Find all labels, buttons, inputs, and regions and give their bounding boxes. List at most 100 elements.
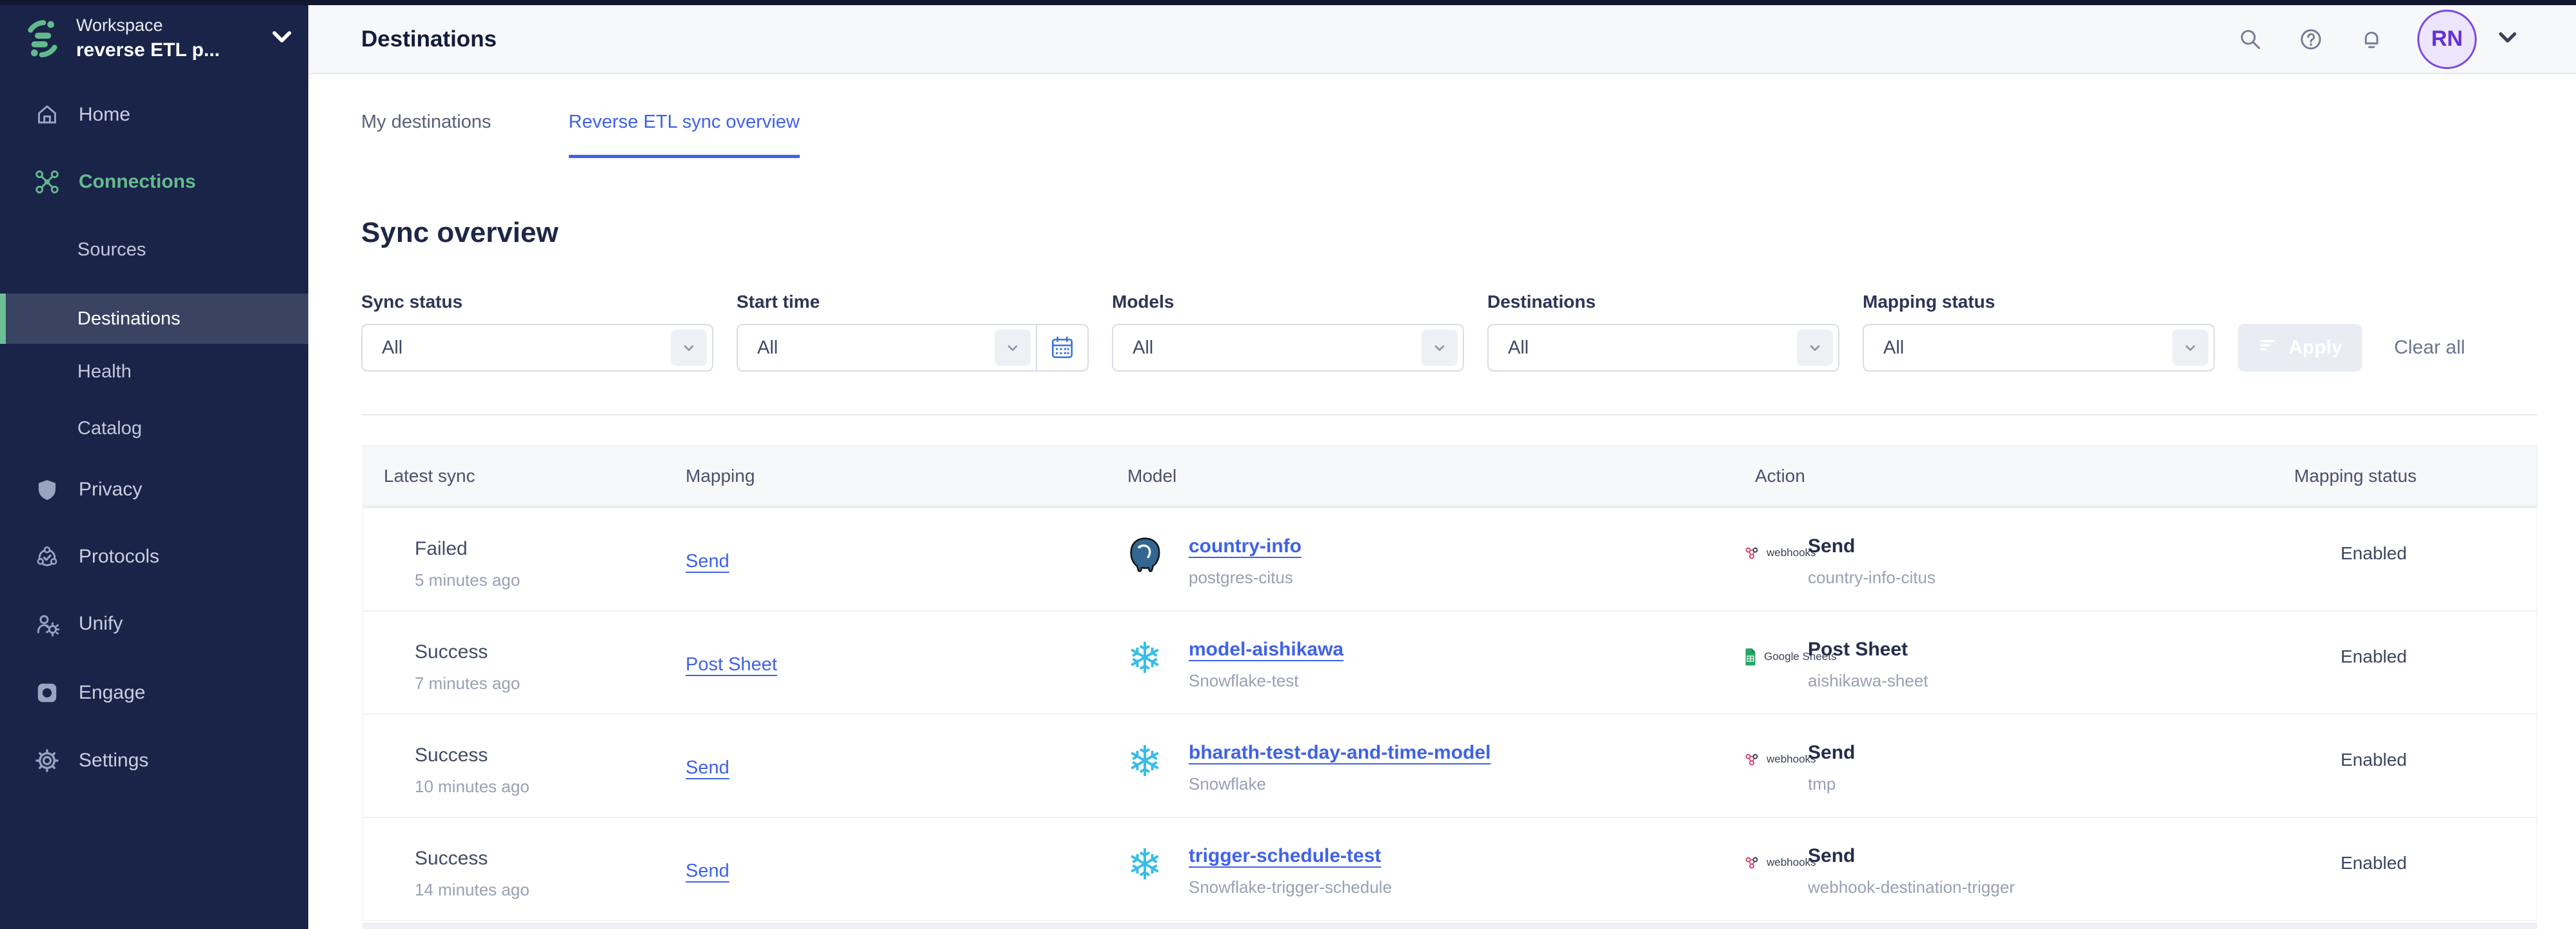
sidebar-item-label: Engage xyxy=(79,682,145,704)
sidebar-item-label: Privacy xyxy=(79,479,142,501)
model-link[interactable]: trigger-schedule-test xyxy=(1189,845,1381,867)
unify-icon xyxy=(34,610,61,637)
sidebar-item-destinations[interactable]: Destinations xyxy=(0,294,308,344)
sync-status-text: Success xyxy=(415,744,488,766)
dropdown-value: All xyxy=(1113,337,1422,359)
sync-status-text: Success xyxy=(415,848,488,870)
column-mapping: Mapping xyxy=(686,466,755,486)
apply-button[interactable]: Apply xyxy=(2238,324,2362,372)
filter-label: Start time xyxy=(737,292,1089,312)
workspace-name: reverse ETL p... xyxy=(76,39,259,61)
chevron-down-icon xyxy=(1797,330,1833,366)
selected-indicator xyxy=(0,294,6,344)
sidebar-item-settings[interactable]: Settings xyxy=(0,736,308,785)
help-icon[interactable] xyxy=(2296,25,2326,54)
model-link[interactable]: model-aishikawa xyxy=(1189,639,1343,661)
mapping-status-text: Enabled xyxy=(2341,543,2407,564)
sidebar-item-privacy[interactable]: Privacy xyxy=(0,465,308,514)
mapping-link[interactable]: Post Sheet xyxy=(686,654,777,675)
filter-label: Models xyxy=(1112,292,1464,312)
sync-time-text: 7 minutes ago xyxy=(415,674,520,694)
table-header-row: Latest sync Mapping Model Action Mapping… xyxy=(363,446,2537,507)
tab-reverse-etl-sync-overview[interactable]: Reverse ETL sync overview xyxy=(569,112,800,158)
sidebar-item-connections[interactable]: Connections xyxy=(0,157,308,206)
dropdown-value: All xyxy=(738,337,995,359)
apply-button-label: Apply xyxy=(2288,337,2342,359)
sidebar-item-home[interactable]: Home xyxy=(0,90,308,139)
filter-destinations: Destinations All xyxy=(1487,292,1839,372)
mapping-status-text: Enabled xyxy=(2341,853,2407,874)
model-source-text: Snowflake-test xyxy=(1189,671,1299,691)
privacy-shield-icon xyxy=(34,476,61,503)
sidebar: Workspace reverse ETL p... Home Connecti… xyxy=(0,5,308,929)
action-destination-text: country-info-citus xyxy=(1808,568,1936,588)
destinations-dropdown[interactable]: All xyxy=(1487,324,1839,372)
sidebar-item-label: Connections xyxy=(79,171,196,193)
sidebar-item-protocols[interactable]: Protocols xyxy=(0,532,308,581)
sync-time-text: 5 minutes ago xyxy=(415,570,520,590)
window-top-strip xyxy=(0,0,2576,5)
mapping-status-dropdown[interactable]: All xyxy=(1863,324,2215,372)
next-row-edge xyxy=(362,923,2537,929)
model-source-text: Snowflake-trigger-schedule xyxy=(1189,877,1392,897)
tab-bar: My destinations Reverse ETL sync overvie… xyxy=(308,75,2576,158)
snowflake-icon: ❄ xyxy=(1123,637,1167,689)
filter-models: Models All xyxy=(1112,292,1464,372)
sidebar-item-label: Destinations xyxy=(77,308,181,330)
workspace-switcher[interactable]: Workspace reverse ETL p... xyxy=(22,15,292,61)
sync-time-text: 14 minutes ago xyxy=(415,880,530,900)
sync-status-dropdown[interactable]: All xyxy=(361,324,713,372)
filter-label: Mapping status xyxy=(1863,292,2215,312)
chevron-down-icon xyxy=(2172,330,2208,366)
mapping-link[interactable]: Send xyxy=(686,551,729,572)
sidebar-item-label: Home xyxy=(79,104,130,126)
sidebar-item-label: Catalog xyxy=(77,418,142,439)
mapping-link[interactable]: Send xyxy=(686,757,729,779)
filter-mapping-status: Mapping status All xyxy=(1863,292,2215,372)
mapping-link[interactable]: Send xyxy=(686,861,729,882)
sidebar-item-label: Health xyxy=(77,361,132,383)
sidebar-item-health[interactable]: Health xyxy=(0,347,308,396)
sidebar-item-catalog[interactable]: Catalog xyxy=(0,404,308,453)
table-row: Success 10 minutes ago Send ❄ bharath-te… xyxy=(363,714,2537,817)
action-title: Send xyxy=(1808,535,1855,557)
chevron-down-icon xyxy=(995,330,1031,366)
webhooks-logo: webhooks xyxy=(1743,544,1816,561)
sidebar-item-label: Unify xyxy=(79,613,123,635)
filter-label: Destinations xyxy=(1487,292,1839,312)
calendar-icon[interactable] xyxy=(1036,325,1087,370)
sync-overview-heading: Sync overview xyxy=(361,217,559,249)
sidebar-item-label: Sources xyxy=(77,239,146,261)
sidebar-item-unify[interactable]: Unify xyxy=(0,599,308,648)
notifications-bell-icon[interactable] xyxy=(2357,25,2386,54)
sync-status-text: Failed xyxy=(415,538,468,560)
start-time-dropdown[interactable]: All xyxy=(737,324,1089,372)
table-row: Success 7 minutes ago Post Sheet ❄ model… xyxy=(363,610,2537,714)
model-link[interactable]: country-info xyxy=(1189,535,1302,557)
search-icon[interactable] xyxy=(2235,25,2265,54)
table-row: Failed 5 minutes ago Send country-info p… xyxy=(363,507,2537,610)
chevron-down-icon xyxy=(671,330,707,366)
model-link[interactable]: bharath-test-day-and-time-model xyxy=(1189,742,1491,764)
action-destination-text: aishikawa-sheet xyxy=(1808,671,1928,691)
table-row: Success 14 minutes ago Send ❄ trigger-sc… xyxy=(363,817,2537,920)
account-chevron-down-icon[interactable] xyxy=(2499,32,2517,46)
tab-my-destinations[interactable]: My destinations xyxy=(361,112,491,158)
model-source-text: Snowflake xyxy=(1189,774,1266,794)
models-dropdown[interactable]: All xyxy=(1112,324,1464,372)
sidebar-item-engage[interactable]: Engage xyxy=(0,668,308,717)
sync-status-text: Success xyxy=(415,641,488,663)
model-source-text: postgres-citus xyxy=(1189,568,1293,588)
avatar[interactable]: RN xyxy=(2417,10,2477,69)
section-divider xyxy=(361,414,2537,415)
home-icon xyxy=(34,101,61,128)
clear-all-button[interactable]: Clear all xyxy=(2394,324,2465,372)
chevron-down-icon[interactable] xyxy=(272,30,292,46)
action-title: Send xyxy=(1808,742,1855,764)
sidebar-item-label: Protocols xyxy=(79,546,159,568)
dropdown-value: All xyxy=(1489,337,1797,359)
mapping-status-text: Enabled xyxy=(2341,646,2407,667)
sidebar-item-sources[interactable]: Sources xyxy=(0,225,308,274)
sync-time-text: 10 minutes ago xyxy=(415,777,530,797)
webhooks-logo: webhooks xyxy=(1743,751,1816,768)
